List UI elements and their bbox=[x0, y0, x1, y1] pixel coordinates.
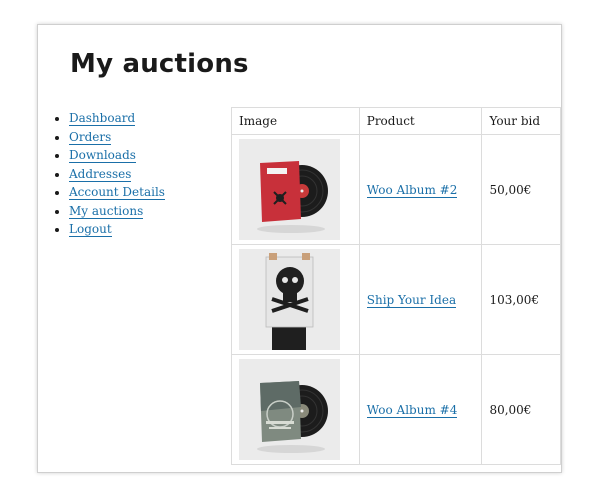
bid-cell: 80,00€ bbox=[481, 354, 561, 465]
nav-link-orders[interactable]: Orders bbox=[69, 129, 112, 145]
product-image-cell bbox=[231, 354, 360, 465]
content-area: My auctions Dashboard Orders Downloads A… bbox=[44, 31, 561, 472]
nav-link-addresses[interactable]: Addresses bbox=[69, 166, 132, 182]
column-header-product: Product bbox=[358, 107, 483, 135]
nav-link-account-details[interactable]: Account Details bbox=[69, 185, 165, 200]
nav-item-orders: Orders bbox=[69, 128, 165, 147]
nav-link-my-auctions[interactable]: My auctions bbox=[69, 203, 144, 219]
table-header-row: Image Product Your bid bbox=[231, 107, 561, 135]
nav-item-downloads: Downloads bbox=[69, 146, 165, 165]
product-cell: Woo Album #2 bbox=[358, 134, 483, 245]
table-row: Ship Your Idea 103,00€ bbox=[231, 244, 561, 355]
account-navigation: Dashboard Orders Downloads Addresses Acc… bbox=[56, 109, 165, 239]
product-image-cell bbox=[231, 134, 360, 245]
poster-skull-icon[interactable] bbox=[239, 249, 340, 350]
page-title: My auctions bbox=[70, 49, 249, 79]
nav-link-logout[interactable]: Logout bbox=[69, 222, 112, 237]
nav-link-downloads[interactable]: Downloads bbox=[69, 148, 136, 163]
product-link[interactable]: Woo Album #4 bbox=[366, 402, 458, 418]
product-image-cell bbox=[231, 244, 360, 355]
nav-item-account-details: Account Details bbox=[69, 183, 165, 202]
nav-item-addresses: Addresses bbox=[69, 165, 165, 184]
table-row: Woo Album #4 80,00€ bbox=[231, 354, 561, 465]
bid-cell: 50,00€ bbox=[481, 134, 561, 245]
product-cell: Woo Album #4 bbox=[358, 354, 483, 465]
nav-item-logout: Logout bbox=[69, 220, 165, 239]
nav-link-dashboard[interactable]: Dashboard bbox=[69, 111, 136, 126]
nav-item-dashboard: Dashboard bbox=[69, 109, 165, 128]
column-header-bid: Your bid bbox=[481, 107, 561, 135]
nav-item-my-auctions: My auctions bbox=[69, 202, 165, 221]
bid-cell: 103,00€ bbox=[481, 244, 561, 355]
column-header-image: Image bbox=[231, 107, 360, 135]
gray-vinyl-record-icon[interactable] bbox=[239, 359, 340, 460]
auctions-table: Image Product Your bid Woo Album #2 50,0… bbox=[231, 107, 561, 465]
page-frame: My auctions Dashboard Orders Downloads A… bbox=[37, 24, 562, 473]
product-cell: Ship Your Idea bbox=[358, 244, 483, 355]
product-link[interactable]: Woo Album #2 bbox=[366, 182, 458, 198]
red-vinyl-record-icon[interactable] bbox=[239, 139, 340, 240]
table-row: Woo Album #2 50,00€ bbox=[231, 134, 561, 245]
product-link[interactable]: Ship Your Idea bbox=[366, 292, 457, 308]
